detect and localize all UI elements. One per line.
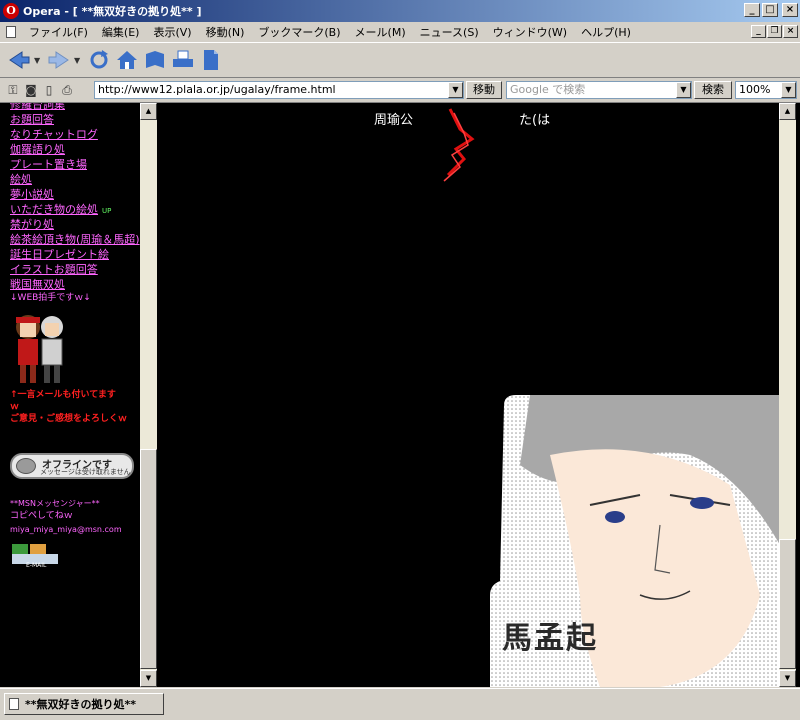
red-ribbon-image [443, 108, 475, 182]
main-scroll-up-button[interactable]: ▲ [779, 103, 796, 120]
web-clap-label: ↓WEB拍手ですｗ↓ [10, 293, 91, 303]
nav-link-shura[interactable]: 修羅台詞集 [10, 103, 140, 112]
window-title: Opera - [ **無双好きの拠り処** ] [23, 5, 202, 18]
clap-note-3: ご意見・ご感想をよろしくｗ [10, 414, 128, 424]
forward-icon[interactable] [46, 47, 72, 73]
status-sub-text: メッセージは受け取れません [40, 468, 131, 476]
document-icon[interactable] [6, 26, 16, 38]
document-window-controls: _ ❐ × [751, 25, 798, 38]
nav-link-echa[interactable]: 絵茶絵頂き物(周瑜＆馬超) [10, 232, 140, 247]
messenger-icon [16, 458, 36, 474]
menu-file[interactable]: ファイル(F) [22, 24, 95, 40]
url-history-dropdown[interactable]: ▼ [448, 82, 463, 98]
navigation-toolbar: ▼ ▼ [0, 42, 800, 78]
menu-news[interactable]: ニュース(S) [413, 24, 486, 40]
msn-note: コピペしてねｗ [10, 511, 73, 521]
print-icon[interactable] [170, 47, 196, 73]
left-scroll-down-button[interactable]: ▼ [140, 670, 157, 687]
page-icon[interactable]: ▯ [40, 81, 58, 99]
nav-link-plate[interactable]: プレート置き場 [10, 157, 140, 172]
doc-close-button[interactable]: × [783, 25, 798, 38]
title-bar: O Opera - [ **無双好きの拠り処** ] _ □ × [0, 0, 800, 22]
nav-link-odai[interactable]: お題回答 [10, 112, 140, 127]
search-input[interactable]: Google で検索 [506, 81, 692, 99]
back-history-dropdown[interactable]: ▼ [34, 56, 42, 65]
nav-link-e[interactable]: 絵処 [10, 172, 140, 187]
camera-icon[interactable]: ◙ [22, 81, 40, 99]
main-scroll-thumb[interactable] [779, 539, 796, 669]
menu-edit[interactable]: 編集(E) [95, 24, 147, 40]
menu-bar: ファイル(F) 編集(E) 表示(V) 移動(N) ブックマーク(B) メール(… [0, 22, 800, 42]
left-scroll-up-button[interactable]: ▲ [140, 103, 157, 120]
page-tab-label: **無双好きの拠り処** [25, 698, 137, 711]
portrait-name-text: 馬孟起 [502, 621, 598, 656]
menu-view[interactable]: 表示(V) [146, 24, 198, 40]
reload-icon[interactable] [86, 47, 112, 73]
doc-minimize-button[interactable]: _ [751, 25, 766, 38]
maximize-button[interactable]: □ [762, 3, 778, 17]
msn-email: miya_miya_miya@msn.com [10, 525, 122, 534]
window-controls: _ □ × [744, 3, 798, 17]
menu-window[interactable]: ウィンドウ(W) [486, 24, 574, 40]
nav-link-birthday[interactable]: 誕生日プレゼント絵 [10, 247, 140, 262]
main-scroll-down-button[interactable]: ▼ [779, 670, 796, 687]
main-frame-scrollbar[interactable]: ▲ ▼ [779, 103, 796, 687]
left-nav-frame: 修羅台詞集 お題回答 なりチャットログ 伽羅語り処 プレート置き場 絵処 夢小説… [0, 103, 157, 687]
minimize-button[interactable]: _ [744, 3, 760, 17]
forward-history-dropdown[interactable]: ▼ [74, 56, 82, 65]
tab-page-icon [9, 698, 19, 710]
nav-gift-row: いただき物の絵処 UP [10, 202, 140, 217]
print-preview-icon[interactable]: ⎙ [58, 81, 76, 99]
security-icon[interactable]: ⚿ [4, 81, 22, 99]
close-button[interactable]: × [782, 3, 798, 17]
menu-help[interactable]: ヘルプ(H) [574, 24, 638, 40]
menu-navigate[interactable]: 移動(N) [199, 24, 252, 40]
email-button[interactable]: E-MAIL [10, 542, 60, 572]
new-page-icon[interactable] [198, 47, 224, 73]
msn-heading: **MSNメッセンジャー** [10, 499, 100, 508]
go-button[interactable]: 移動 [466, 81, 502, 99]
web-clap-image[interactable] [10, 309, 70, 389]
nav-link-illust-odai[interactable]: イラストお題回答 [10, 262, 140, 277]
left-scroll-thumb[interactable] [140, 449, 157, 669]
clap-note-2: ｗ [10, 402, 20, 412]
nav-link-yume[interactable]: 夢小説処 [10, 187, 140, 202]
back-icon[interactable] [6, 47, 32, 73]
page-tab-bar: **無双好きの拠り処** [0, 688, 800, 720]
main-frame: 周瑜公 た(は 馬孟起 ▲ ▼ [157, 103, 800, 687]
main-text-left: 周瑜公 [374, 113, 414, 128]
bookmark-icon[interactable] [142, 47, 168, 73]
search-button[interactable]: 検索 [694, 81, 732, 99]
nav-link-sengoku[interactable]: 戦国無双処 [10, 277, 140, 292]
clap-note-1: ↑一言メールも付いてます [10, 390, 116, 400]
page-tab[interactable]: **無双好きの拠り処** [4, 693, 164, 715]
search-engine-dropdown[interactable]: ▼ [676, 82, 691, 98]
nav-link-nari-chat[interactable]: なりチャットログ [10, 127, 140, 142]
menu-bookmarks[interactable]: ブックマーク(B) [251, 24, 347, 40]
home-icon[interactable] [114, 47, 140, 73]
nav-link-kin[interactable]: 禁がり処 [10, 217, 140, 232]
main-text-right: た(は [519, 113, 551, 128]
email-label: E-MAIL [26, 562, 47, 569]
menu-mail[interactable]: メール(M) [348, 24, 413, 40]
page-content: 修羅台詞集 お題回答 なりチャットログ 伽羅語り処 プレート置き場 絵処 夢小説… [0, 102, 800, 687]
zoom-dropdown[interactable]: ▼ [781, 82, 796, 98]
up-badge: UP [102, 207, 112, 215]
url-input[interactable]: http://www12.plala.or.jp/ugalay/frame.ht… [94, 81, 464, 99]
doc-restore-button[interactable]: ❐ [767, 25, 782, 38]
nav-link-gift-art[interactable]: いただき物の絵処 [10, 203, 98, 216]
address-bar: ⚿ ◙ ▯ ⎙ http://www12.plala.or.jp/ugalay/… [0, 79, 800, 101]
left-frame-scrollbar[interactable]: ▲ ▼ [140, 103, 157, 687]
messenger-status-badge[interactable]: オフラインです メッセージは受け取れません [10, 453, 134, 479]
opera-icon[interactable]: O [3, 3, 19, 19]
nav-link-kyara[interactable]: 伽羅語り処 [10, 142, 140, 157]
